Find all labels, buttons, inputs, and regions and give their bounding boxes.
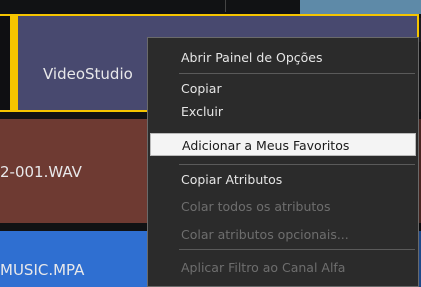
menu-item-copy-attributes[interactable]: Copiar Atributos xyxy=(150,168,416,191)
ruler-tick xyxy=(225,0,226,12)
menu-separator xyxy=(179,164,415,165)
menu-separator xyxy=(179,249,415,250)
clip-selection-marker xyxy=(10,16,18,110)
track-edge xyxy=(0,16,10,110)
menu-item-paste-optional-attributes[interactable]: Colar atributos opcionais... xyxy=(150,223,416,246)
menu-item-delete[interactable]: Excluir xyxy=(150,100,416,123)
menu-item-copy[interactable]: Copiar xyxy=(150,77,416,100)
ruler-marker xyxy=(300,0,421,14)
context-menu: Abrir Painel de Opções Copiar Excluir Ad… xyxy=(147,37,419,287)
audio-clip-label: 2-001.WAV xyxy=(0,163,82,181)
menu-item-open-options-panel[interactable]: Abrir Painel de Opções xyxy=(150,46,416,69)
menu-separator xyxy=(179,73,415,74)
menu-item-paste-all-attributes[interactable]: Colar todos os atributos xyxy=(150,195,416,218)
music-clip-label: MUSIC.MPA xyxy=(0,261,85,279)
menu-item-apply-alpha-channel-filter[interactable]: Aplicar Filtro ao Canal Alfa xyxy=(150,256,416,279)
video-clip-label: VideoStudio xyxy=(43,65,133,83)
menu-item-add-to-favorites[interactable]: Adicionar a Meus Favoritos xyxy=(150,133,416,156)
